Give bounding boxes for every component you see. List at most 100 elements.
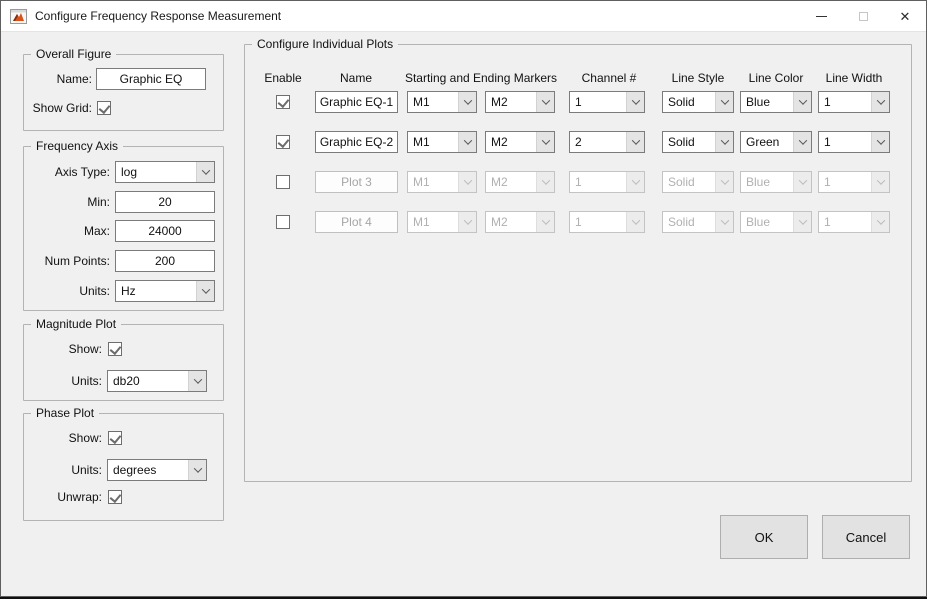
figure-name-input[interactable]	[96, 68, 206, 90]
overall-figure-title: Overall Figure	[31, 47, 116, 61]
plot2-name-input[interactable]	[315, 131, 398, 153]
magnitude-units-select[interactable]: db20	[107, 370, 207, 392]
plot2-line-width-select[interactable]: 1	[818, 131, 890, 153]
chevron-down-icon	[715, 172, 733, 192]
plot3-marker-end-select: M2	[485, 171, 555, 193]
min-label: Min:	[24, 195, 110, 209]
plot4-enable-checkbox[interactable]	[276, 215, 290, 229]
plot4-channel-select: 1	[569, 211, 645, 233]
plot1-marker-start-select[interactable]: M1	[407, 91, 477, 113]
freq-units-select[interactable]: Hz	[115, 280, 215, 302]
individual-plots-title: Configure Individual Plots	[252, 37, 398, 51]
chevron-down-icon	[196, 162, 214, 182]
frequency-axis-panel: Frequency Axis Axis Type: log Min: Max: …	[23, 146, 224, 311]
frequency-axis-title: Frequency Axis	[31, 139, 123, 153]
plot1-line-width-select[interactable]: 1	[818, 91, 890, 113]
chevron-down-icon	[626, 132, 644, 152]
max-input[interactable]	[115, 220, 215, 242]
chevron-down-icon	[793, 212, 811, 232]
chevron-down-icon	[715, 132, 733, 152]
chevron-down-icon	[626, 92, 644, 112]
unwrap-label: Unwrap:	[24, 490, 102, 504]
chevron-down-icon	[536, 92, 554, 112]
phase-show-label: Show:	[24, 431, 102, 445]
magnitude-plot-panel: Magnitude Plot Show: Units: db20	[23, 324, 224, 401]
magnitude-show-label: Show:	[24, 342, 102, 356]
header-enable: Enable	[264, 71, 301, 85]
chevron-down-icon	[626, 212, 644, 232]
maximize-button[interactable]	[842, 1, 884, 32]
plot1-enable-checkbox[interactable]	[276, 95, 290, 109]
plot4-line-style-select: Solid	[662, 211, 734, 233]
num-points-input[interactable]	[115, 250, 215, 272]
plot3-line-color-select: Blue	[740, 171, 812, 193]
chevron-down-icon	[458, 132, 476, 152]
chevron-down-icon	[188, 460, 206, 480]
header-channel: Channel #	[582, 71, 637, 85]
minimize-icon	[816, 16, 827, 17]
header-name: Name	[340, 71, 372, 85]
title-bar[interactable]: Configure Frequency Response Measurement…	[1, 1, 926, 32]
axis-type-label: Axis Type:	[24, 165, 110, 179]
chevron-down-icon	[793, 132, 811, 152]
magnitude-plot-title: Magnitude Plot	[31, 317, 121, 331]
plot3-line-width-select: 1	[818, 171, 890, 193]
minimize-button[interactable]	[800, 1, 842, 32]
header-markers: Starting and Ending Markers	[405, 71, 557, 85]
plot4-line-width-select: 1	[818, 211, 890, 233]
phase-show-checkbox[interactable]	[108, 431, 122, 445]
chevron-down-icon	[871, 172, 889, 192]
chevron-down-icon	[793, 92, 811, 112]
plot2-enable-checkbox[interactable]	[276, 135, 290, 149]
max-label: Max:	[24, 224, 110, 238]
plot3-enable-checkbox[interactable]	[276, 175, 290, 189]
plot1-line-color-select[interactable]: Blue	[740, 91, 812, 113]
phase-plot-title: Phase Plot	[31, 406, 99, 420]
chevron-down-icon	[871, 92, 889, 112]
magnitude-units-label: Units:	[24, 374, 102, 388]
chevron-down-icon	[715, 212, 733, 232]
close-button[interactable]: ✕	[884, 1, 926, 32]
min-input[interactable]	[115, 191, 215, 213]
plot4-line-color-select: Blue	[740, 211, 812, 233]
figure-name-label: Name:	[24, 72, 92, 86]
plot4-marker-start-select: M1	[407, 211, 477, 233]
axis-type-select[interactable]: log	[115, 161, 215, 183]
plot1-marker-end-select[interactable]: M2	[485, 91, 555, 113]
plot4-name-input	[315, 211, 398, 233]
matlab-app-icon	[10, 9, 27, 24]
plot3-name-input	[315, 171, 398, 193]
chevron-down-icon	[458, 212, 476, 232]
individual-plots-panel: Configure Individual Plots Enable Name S…	[244, 44, 912, 482]
phase-units-label: Units:	[24, 463, 102, 477]
chevron-down-icon	[458, 92, 476, 112]
chevron-down-icon	[871, 132, 889, 152]
plot3-line-style-select: Solid	[662, 171, 734, 193]
plot1-line-style-select[interactable]: Solid	[662, 91, 734, 113]
chevron-down-icon	[536, 132, 554, 152]
cancel-button[interactable]: Cancel	[822, 515, 910, 559]
magnitude-show-checkbox[interactable]	[108, 342, 122, 356]
chevron-down-icon	[458, 172, 476, 192]
plot4-marker-end-select: M2	[485, 211, 555, 233]
header-line-style: Line Style	[672, 71, 725, 85]
plot2-line-color-select[interactable]: Green	[740, 131, 812, 153]
chevron-down-icon	[626, 172, 644, 192]
chevron-down-icon	[793, 172, 811, 192]
freq-units-label: Units:	[24, 284, 110, 298]
plot2-channel-select[interactable]: 2	[569, 131, 645, 153]
dialog-window: Configure Frequency Response Measurement…	[0, 0, 927, 597]
plot2-line-style-select[interactable]: Solid	[662, 131, 734, 153]
ok-button[interactable]: OK	[720, 515, 808, 559]
show-grid-checkbox[interactable]	[97, 101, 111, 115]
chevron-down-icon	[536, 212, 554, 232]
unwrap-checkbox[interactable]	[108, 490, 122, 504]
plot1-channel-select[interactable]: 1	[569, 91, 645, 113]
plot2-marker-start-select[interactable]: M1	[407, 131, 477, 153]
plot3-marker-start-select: M1	[407, 171, 477, 193]
plot2-marker-end-select[interactable]: M2	[485, 131, 555, 153]
chevron-down-icon	[871, 212, 889, 232]
plot1-name-input[interactable]	[315, 91, 398, 113]
header-line-color: Line Color	[749, 71, 804, 85]
phase-units-select[interactable]: degrees	[107, 459, 207, 481]
